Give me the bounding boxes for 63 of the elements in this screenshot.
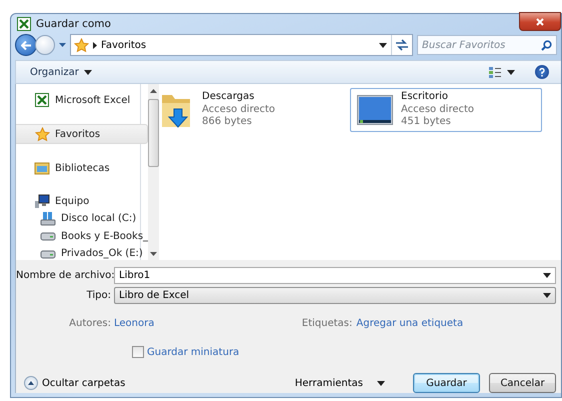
hide-folders-button[interactable]: Ocultar carpetas — [24, 376, 126, 390]
refresh-icon — [395, 39, 409, 52]
scrollbar-thumb[interactable] — [148, 99, 160, 167]
file-name: Descargas — [202, 91, 256, 104]
dropdown-icon[interactable] — [543, 292, 551, 298]
filename-field[interactable]: Libro1 — [114, 266, 556, 284]
sidebar-item[interactable]: Equipo — [16, 192, 148, 210]
sidebar-item[interactable]: Microsoft Excel — [16, 91, 148, 109]
dropdown-icon[interactable] — [543, 272, 551, 278]
view-options-icon[interactable] — [489, 66, 501, 78]
sidebar-item[interactable]: Privados_Ok (E:) — [16, 245, 148, 262]
close-icon — [536, 18, 544, 26]
address-dropdown-icon[interactable] — [379, 42, 387, 48]
spreadsheet-icon — [17, 17, 31, 32]
scroll-down-icon[interactable] — [150, 252, 158, 256]
checkbox-label[interactable]: Guardar miniatura — [147, 346, 240, 358]
file-type-dropdown[interactable]: Libro de Excel — [114, 286, 556, 304]
file-tile[interactable]: Escritorio Acceso directo 451 bytes — [350, 88, 542, 132]
drive-icon — [40, 248, 56, 259]
field-label: Etiquetas: — [300, 318, 354, 328]
authors-link[interactable]: Leonora — [114, 318, 154, 328]
sidebar-item[interactable]: Books y E-Books_ — [16, 228, 148, 245]
field-label: Autores: — [68, 318, 112, 328]
file-tile[interactable]: Descargas Acceso directo 866 bytes — [151, 88, 343, 132]
file-type: Acceso directo — [401, 104, 474, 116]
star-icon — [34, 126, 50, 142]
history-caret-icon[interactable] — [59, 43, 66, 48]
file-size: 866 bytes — [202, 116, 253, 128]
scroll-up-icon[interactable] — [150, 89, 158, 93]
file-type: Acceso directo — [202, 104, 276, 116]
view-caret-icon[interactable] — [507, 70, 515, 75]
close-button[interactable] — [519, 12, 561, 32]
file-name: Escritorio — [401, 91, 449, 104]
tools-menu[interactable]: Herramientas — [294, 378, 385, 388]
add-tag-link[interactable]: Agregar una etiqueta — [356, 318, 464, 328]
save-button[interactable]: Guardar — [413, 373, 480, 393]
star-icon — [74, 38, 89, 53]
field-label: Tipo: — [86, 290, 112, 300]
caret-icon[interactable] — [84, 70, 92, 75]
cancel-button[interactable]: Cancelar — [489, 373, 556, 393]
drive-icon — [40, 211, 56, 226]
sidebar-item[interactable]: Bibliotecas — [16, 159, 148, 177]
sidebar-item[interactable]: Disco local (C:) — [16, 210, 148, 228]
window-title: Guardar como — [36, 18, 111, 30]
search-icon — [541, 40, 552, 52]
back-button[interactable] — [15, 34, 37, 56]
desktop-icon — [357, 95, 393, 125]
computer-icon — [34, 194, 50, 208]
field-label: Nombre de archivo: — [16, 270, 114, 280]
spreadsheet-icon — [35, 93, 49, 107]
collapse-icon — [28, 381, 34, 385]
breadcrumb-arrow-icon — [93, 42, 97, 49]
organize-menu[interactable]: Organizar — [30, 66, 92, 78]
checkbox[interactable] — [132, 346, 144, 358]
file-size: 451 bytes — [401, 116, 452, 128]
library-icon — [34, 161, 50, 175]
help-icon[interactable] — [535, 65, 549, 80]
drive-icon — [40, 231, 56, 242]
caret-icon[interactable] — [377, 380, 385, 386]
back-arrow-icon — [21, 40, 31, 50]
search-field[interactable]: Buscar Favoritos — [417, 35, 557, 56]
sidebar-item[interactable]: Favoritos — [16, 124, 148, 144]
address-bar[interactable]: Favoritos — [70, 34, 413, 56]
